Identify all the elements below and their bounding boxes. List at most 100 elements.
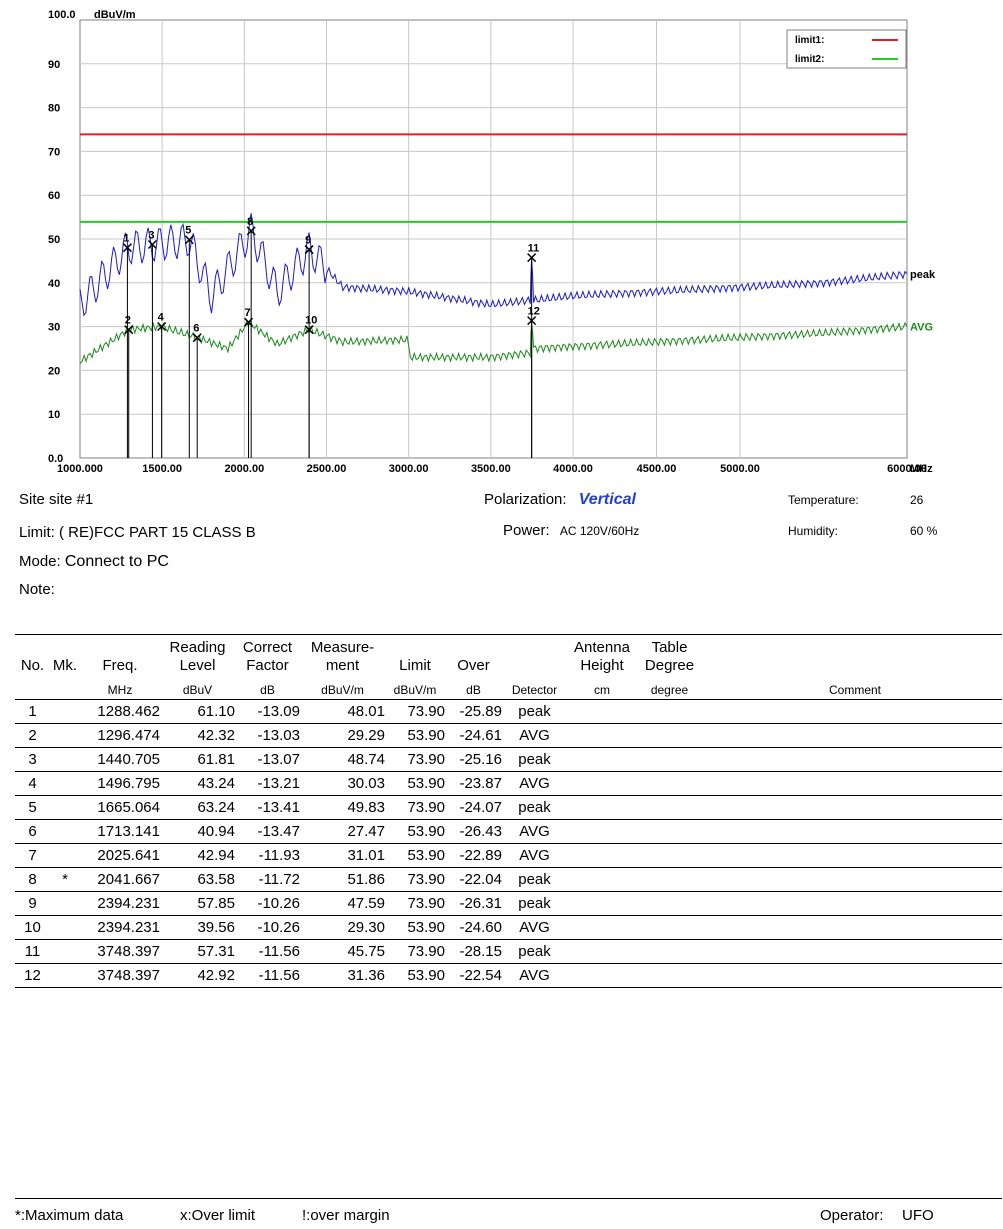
cell-empty bbox=[637, 891, 702, 916]
marker-label: 4 bbox=[158, 311, 165, 323]
cell-detector: AVG bbox=[502, 771, 567, 796]
marker-label: 7 bbox=[245, 307, 251, 319]
humidity-value: 60 % bbox=[910, 524, 938, 538]
header-detector bbox=[502, 634, 567, 675]
cell-limit: 73.90 bbox=[385, 795, 445, 820]
cell-correct: -10.26 bbox=[235, 891, 300, 916]
y-tick-label: 40 bbox=[48, 278, 60, 290]
cell-limit: 53.90 bbox=[385, 819, 445, 844]
cell-limit: 53.90 bbox=[385, 771, 445, 796]
cell-reading: 61.81 bbox=[160, 747, 235, 772]
cell-over: -24.07 bbox=[445, 795, 502, 820]
cell-limit: 53.90 bbox=[385, 723, 445, 748]
table-row: 8 * 2041.667 63.58 -11.72 51.86 73.90 -22.04 pea… bbox=[15, 867, 1002, 892]
polarization-info: Polarization: Vertical bbox=[484, 491, 636, 509]
cell-empty bbox=[567, 771, 637, 796]
cell-detector: peak bbox=[502, 747, 567, 772]
cell-freq: 3748.397 bbox=[80, 939, 160, 964]
cell-mk bbox=[50, 723, 80, 748]
series-label-avg: AVG bbox=[910, 322, 933, 334]
table-row: 4 1496.795 43.24 -13.21 30.03 53.90 -23.87 AVG bbox=[15, 771, 1002, 796]
cell-freq: 1496.795 bbox=[80, 771, 160, 796]
cell-empty bbox=[637, 795, 702, 820]
cell-empty bbox=[702, 699, 1002, 724]
table-row: 12 3748.397 42.92 -11.56 31.36 53.90 -22.54 AVG bbox=[15, 963, 1002, 988]
cell-detector: peak bbox=[502, 699, 567, 724]
cell-empty bbox=[702, 819, 1002, 844]
x-unit-label: MHz bbox=[910, 463, 933, 475]
legend-label-2: limit2: bbox=[795, 54, 824, 65]
cell-mk: * bbox=[50, 867, 80, 892]
cell-over: -26.31 bbox=[445, 891, 502, 916]
unit-table: degree bbox=[637, 675, 702, 700]
cell-empty bbox=[567, 795, 637, 820]
cell-correct: -11.93 bbox=[235, 843, 300, 868]
marker-label: 1 bbox=[123, 233, 129, 245]
header-reading-line2: Level bbox=[179, 657, 216, 674]
polarization-value: Vertical bbox=[578, 491, 636, 508]
cell-empty bbox=[702, 723, 1002, 748]
table-row: 6 1713.141 40.94 -13.47 27.47 53.90 -26.43 AVG bbox=[15, 819, 1002, 844]
table-row: 9 2394.231 57.85 -10.26 47.59 73.90 -26.31 peak bbox=[15, 891, 1002, 916]
unit-limit: dBuV/m bbox=[385, 675, 445, 700]
header-mk: Mk. bbox=[50, 634, 80, 675]
cell-freq: 3748.397 bbox=[80, 963, 160, 988]
cell-over: -28.15 bbox=[445, 939, 502, 964]
cell-empty bbox=[637, 699, 702, 724]
cell-limit: 73.90 bbox=[385, 939, 445, 964]
marker-label: 10 bbox=[305, 315, 317, 327]
x-tick-label: 3500.00 bbox=[471, 463, 511, 475]
cell-detector: AVG bbox=[502, 843, 567, 868]
y-top-label: 100.0 bbox=[48, 9, 76, 21]
cell-no: 8 bbox=[15, 867, 50, 892]
cell-empty bbox=[567, 891, 637, 916]
x-tick-label: 5000.00 bbox=[720, 463, 760, 475]
header-freq: Freq. bbox=[80, 634, 160, 675]
cell-reading: 63.24 bbox=[160, 795, 235, 820]
site-value: site #1 bbox=[49, 491, 94, 508]
y-unit-label: dBuV/m bbox=[94, 9, 136, 21]
cell-empty bbox=[702, 867, 1002, 892]
operator-label: Operator: bbox=[820, 1207, 884, 1224]
cell-correct: -11.72 bbox=[235, 867, 300, 892]
cell-correct: -13.21 bbox=[235, 771, 300, 796]
x-tick-label: 4000.00 bbox=[553, 463, 593, 475]
cell-empty bbox=[702, 843, 1002, 868]
unit-antenna: cm bbox=[567, 675, 637, 700]
unit-correct: dB bbox=[235, 675, 300, 700]
cell-empty bbox=[637, 843, 702, 868]
marker-label: 9 bbox=[305, 235, 311, 247]
cell-measure: 47.59 bbox=[300, 891, 385, 916]
unit-detector: Detector bbox=[502, 675, 567, 700]
cell-empty bbox=[637, 963, 702, 988]
cell-mk bbox=[50, 771, 80, 796]
series-label-peak: peak bbox=[910, 269, 936, 281]
cell-over: -22.54 bbox=[445, 963, 502, 988]
header-comment bbox=[702, 634, 1002, 675]
table-row: 11 3748.397 57.31 -11.56 45.75 73.90 -28.15 pea… bbox=[15, 939, 1002, 964]
cell-empty bbox=[637, 747, 702, 772]
cell-no: 4 bbox=[15, 771, 50, 796]
cell-correct: -10.26 bbox=[235, 915, 300, 940]
mode-label: Mode: bbox=[19, 553, 61, 570]
power-info: Power: AC 120V/60Hz bbox=[503, 522, 639, 539]
cell-empty bbox=[567, 915, 637, 940]
results-body: 1 1288.462 61.10 -13.09 48.01 73.90 -25.89 peak… bbox=[15, 699, 1002, 988]
y-tick-label: 80 bbox=[48, 103, 60, 115]
cell-over: -22.04 bbox=[445, 867, 502, 892]
cell-empty bbox=[702, 891, 1002, 916]
cell-reading: 57.31 bbox=[160, 939, 235, 964]
cell-over: -24.61 bbox=[445, 723, 502, 748]
cell-empty bbox=[702, 915, 1002, 940]
mode-info: Mode: Connect to PC bbox=[19, 553, 169, 571]
cell-empty bbox=[637, 915, 702, 940]
cell-reading: 57.85 bbox=[160, 891, 235, 916]
cell-empty bbox=[567, 699, 637, 724]
cell-no: 1 bbox=[15, 699, 50, 724]
cell-detector: peak bbox=[502, 939, 567, 964]
header-over: Over bbox=[445, 634, 502, 675]
mode-value: Connect to PC bbox=[64, 553, 169, 570]
x-tick-label: 2000.00 bbox=[224, 463, 264, 475]
y-tick-label: 90 bbox=[48, 59, 60, 71]
marker-label: 5 bbox=[185, 225, 191, 237]
